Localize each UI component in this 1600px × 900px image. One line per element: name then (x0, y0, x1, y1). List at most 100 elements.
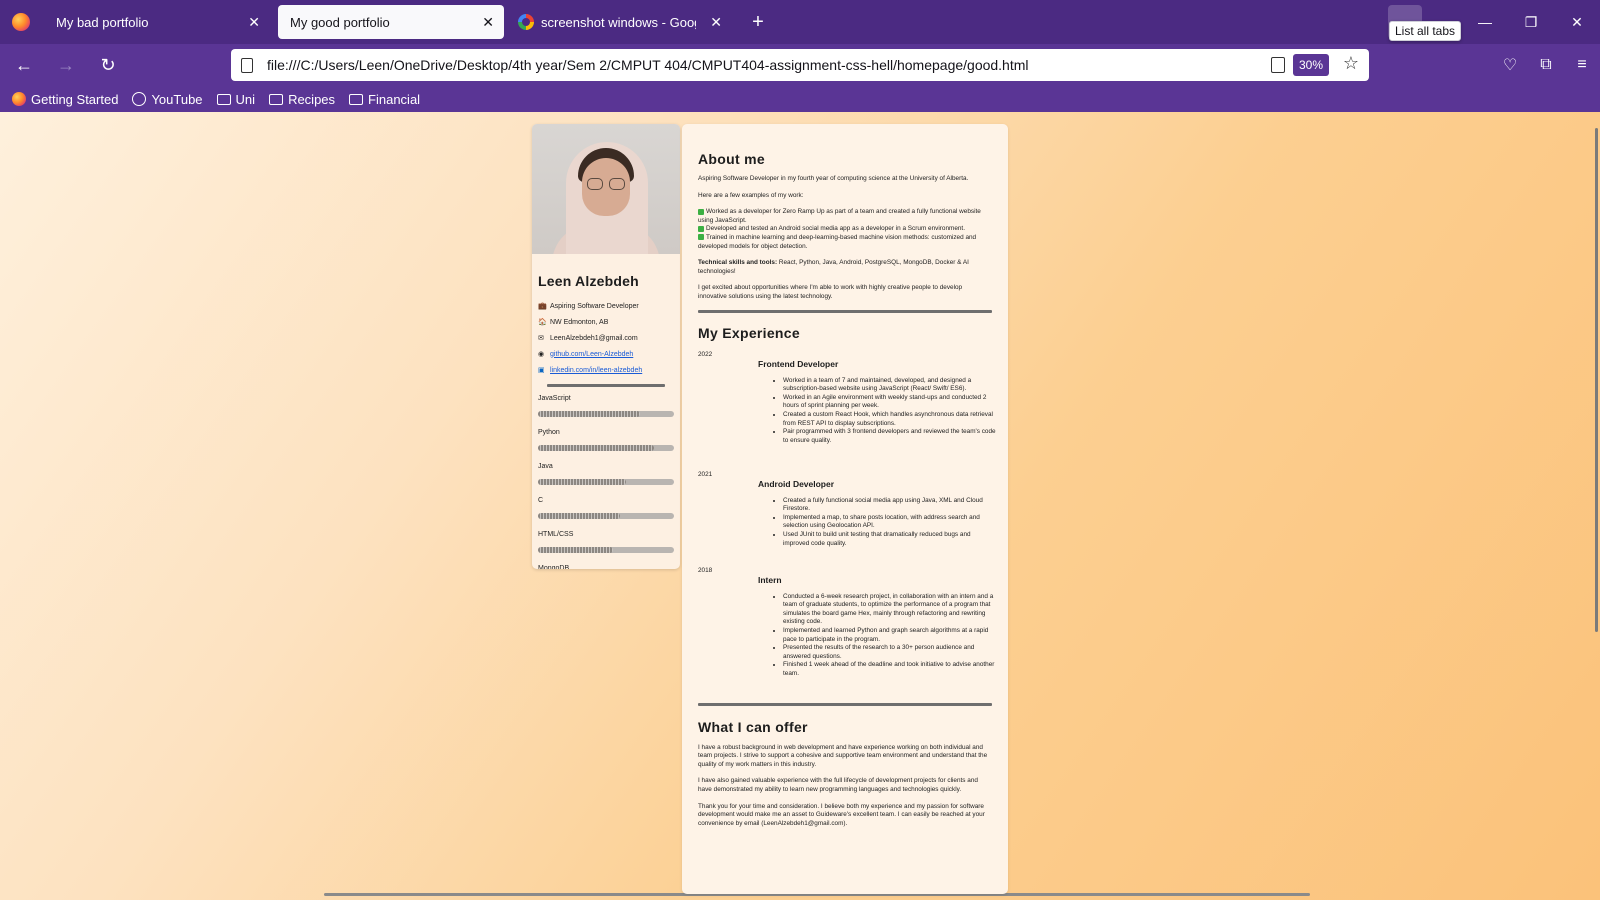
bookmark-getting-started[interactable]: Getting Started (12, 92, 118, 107)
about-examples-intro: Here are a few examples of my work: (698, 191, 804, 199)
experience-title: Android Developer (758, 478, 835, 489)
skill-progress-bar (538, 547, 674, 553)
close-icon[interactable]: ✕ (710, 14, 722, 31)
list-item: Worked in a team of 7 and maintained, de… (783, 377, 996, 394)
about-example: Trained in machine learning and deep-lea… (698, 233, 977, 250)
skill-label: Python (538, 429, 560, 436)
skill-label: C (538, 497, 544, 504)
minimize-button[interactable]: — (1462, 0, 1508, 44)
globe-icon (132, 92, 147, 106)
menu-icon[interactable]: ≡ (1564, 47, 1600, 83)
github-icon: ◉ (538, 351, 545, 358)
role-row: 💼 Aspiring Software Developer (538, 298, 680, 314)
bookmark-folder-financial[interactable]: Financial (349, 92, 420, 107)
restore-button[interactable]: ❐ (1508, 0, 1554, 44)
list-item: Finished 1 week ahead of the deadline an… (783, 661, 996, 678)
list-item: Worked in an Agile environment with week… (783, 394, 996, 411)
email-text: LeenAlzebdeh1@gmail.com (550, 334, 638, 342)
tab-screenshot-windows[interactable]: screenshot windows - Google Se ✕ (506, 5, 732, 39)
close-icon[interactable]: ✕ (248, 14, 260, 31)
linkedin-icon: ▣ (538, 367, 545, 374)
skill-progress-bar (538, 445, 674, 451)
experience-bullets: Worked in a team of 7 and maintained, de… (776, 377, 996, 446)
list-item: Implemented and learned Python and graph… (783, 627, 996, 644)
address-bar[interactable]: file:///C:/Users/Leen/OneDrive/Desktop/4… (231, 49, 1369, 81)
folder-icon (216, 93, 231, 105)
section-divider (698, 702, 992, 706)
experience-year: 2022 (698, 350, 713, 358)
skill-item: C (538, 497, 680, 519)
skill-progress-fill (538, 479, 627, 485)
list-item: Used JUnit to build unit testing that dr… (783, 531, 996, 548)
home-icon: 🏠 (538, 319, 547, 326)
skill-progress-bar (538, 411, 674, 417)
list-item: Conducted a 6-week research project, in … (783, 593, 996, 627)
mail-icon: ✉ (538, 335, 544, 342)
offer-paragraph: I have a robust background in web develo… (698, 743, 988, 768)
tab-label: screenshot windows - Google Se (541, 14, 696, 30)
tab-bar: My bad portfolio ✕ My good portfolio ✕ s… (0, 0, 1600, 44)
tab-label: My good portfolio (290, 14, 390, 30)
skill-item: Python (538, 429, 680, 451)
bookmark-label: Financial (368, 91, 421, 107)
offer-heading: What I can offer (698, 718, 808, 735)
url-text[interactable]: file:///C:/Users/Leen/OneDrive/Desktop/4… (267, 57, 1029, 73)
skill-label: MongoDB (538, 565, 570, 569)
about-intro: Aspiring Software Developer in my fourth… (698, 175, 969, 182)
nav-bar: ← → ↻ file:///C:/Users/Leen/OneDrive/Des… (0, 44, 1600, 86)
check-icon (698, 225, 704, 232)
experience-entry: 2018 Intern Conducted a 6-week research … (698, 566, 994, 703)
bookmark-label: Recipes (288, 91, 336, 107)
extensions-icon[interactable]: ⧉ (1528, 47, 1564, 83)
close-window-button[interactable]: ✕ (1554, 0, 1600, 44)
location-row: 🏠 NW Edmonton, AB (538, 314, 680, 330)
forward-button[interactable]: → (48, 47, 84, 83)
bookmark-folder-recipes[interactable]: Recipes (269, 92, 335, 107)
experience-year: 2021 (698, 470, 713, 478)
experience-entry: 2021 Android Developer Created a fully f… (698, 471, 992, 567)
list-item: Pair programmed with 3 frontend develope… (783, 428, 996, 445)
bookmark-star-icon[interactable]: ☆ (1343, 53, 1359, 74)
reader-view-icon[interactable] (1271, 57, 1285, 73)
profile-photo (532, 124, 680, 254)
experience-bullets: Created a fully functional social media … (776, 497, 996, 549)
close-icon[interactable]: ✕ (482, 14, 494, 31)
skill-progress-fill (538, 445, 654, 451)
skill-label: Java (538, 463, 553, 470)
experience-title: Frontend Developer (758, 358, 839, 369)
folder-icon (349, 93, 364, 105)
skill-label: JavaScript (538, 395, 571, 402)
firefox-logo-icon[interactable] (0, 0, 42, 44)
contact-info: 💼 Aspiring Software Developer 🏠 NW Edmonto… (538, 298, 680, 378)
list-item: Created a custom React Hook, which handl… (783, 411, 996, 428)
github-link[interactable]: github.com/Leen-Alzebdeh (550, 351, 633, 358)
new-tab-button[interactable]: + (740, 11, 776, 34)
bookmark-youtube[interactable]: YouTube (132, 91, 203, 107)
check-icon (698, 234, 704, 241)
experience-title: Intern (758, 574, 782, 585)
check-icon (698, 208, 704, 215)
tab-label: My bad portfolio (56, 14, 149, 30)
bookmark-folder-uni[interactable]: Uni (216, 91, 256, 107)
about-heading: About me (698, 151, 765, 167)
divider (547, 384, 665, 387)
briefcase-icon: 💼 (538, 303, 547, 310)
vertical-scrollbar[interactable] (1595, 128, 1598, 632)
tab-my-good-portfolio[interactable]: My good portfolio ✕ (278, 5, 504, 39)
technical-skills: Technical skills and tools: React, Pytho… (698, 259, 969, 275)
pocket-icon[interactable]: ♡ (1492, 47, 1528, 83)
bookmark-label: YouTube (151, 91, 203, 107)
back-button[interactable]: ← (6, 47, 42, 83)
experience-heading: My Experience (698, 324, 800, 341)
skill-item: MongoDB (538, 565, 680, 569)
tab-my-bad-portfolio[interactable]: My bad portfolio ✕ (44, 5, 270, 39)
skill-progress-bar (538, 513, 674, 519)
bookmark-label: Uni (235, 91, 256, 107)
bookmarks-bar: Getting Started YouTube Uni Recipes Fina… (0, 86, 1600, 112)
reload-button[interactable]: ↻ (90, 47, 126, 83)
skill-item: Java (538, 463, 680, 485)
zoom-level-button[interactable]: 30% (1292, 54, 1329, 76)
linkedin-link[interactable]: linkedin.com/in/leen-alzebdeh (550, 367, 642, 374)
experience-year: 2018 (698, 566, 713, 574)
tooltip: List all tabs (1389, 21, 1462, 41)
